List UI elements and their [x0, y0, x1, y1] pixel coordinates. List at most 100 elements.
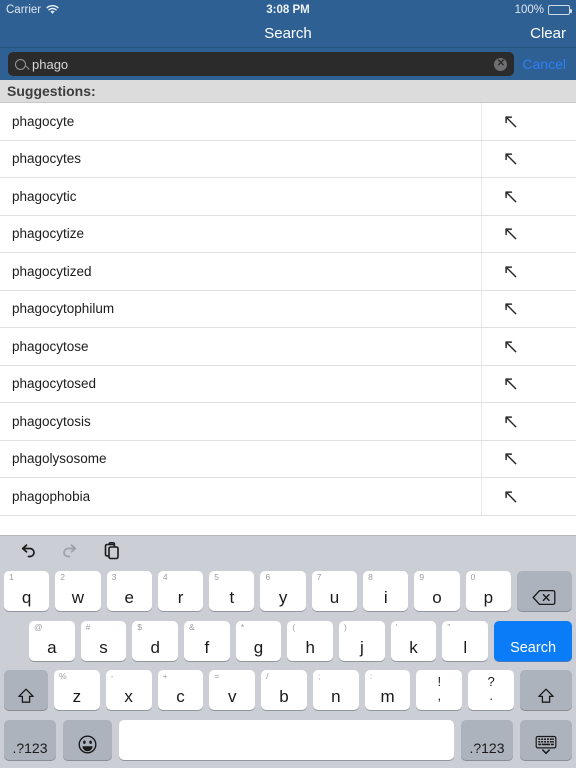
key-x[interactable]: -x: [105, 670, 152, 711]
key-main-label: f: [204, 637, 210, 657]
suggestion-fill-button[interactable]: [481, 253, 538, 290]
suggestion-fill-button[interactable]: [481, 215, 538, 252]
key-w[interactable]: 2w: [55, 570, 101, 611]
status-bar-right: 100%: [515, 4, 572, 16]
hide-keyboard-key[interactable]: [520, 720, 572, 761]
key-main-label: y: [278, 587, 288, 607]
key-t[interactable]: 5t: [209, 570, 255, 611]
keyboard: 1q2w3e4r5t6y7u8i9o0p @ a # s $ d & f * g(h) j ' k " l S…: [0, 535, 576, 768]
key-a[interactable]: @ a: [29, 620, 75, 661]
key-alt-label: 5: [214, 571, 219, 582]
suggestion-row[interactable]: phagocytose: [0, 328, 576, 366]
suggestion-row[interactable]: phagocytize: [0, 215, 576, 253]
suggestion-fill-button[interactable]: [481, 103, 538, 140]
key-v[interactable]: = v: [209, 670, 256, 711]
search-input[interactable]: phago ✕: [8, 52, 515, 76]
key-o[interactable]: 9o: [414, 570, 460, 611]
suggestion-fill-button[interactable]: [481, 290, 538, 327]
arrow-up-left-icon: [503, 114, 518, 129]
key-alt-label: (: [292, 621, 296, 632]
key-s[interactable]: # s: [80, 620, 127, 661]
key-alt-label: 9: [419, 571, 425, 582]
key-punctuation-1[interactable]: ?.: [468, 670, 515, 711]
key-k[interactable]: ' k: [390, 620, 437, 661]
clear-button[interactable]: Clear: [530, 25, 566, 42]
key-main-label: j: [359, 637, 364, 657]
key-p[interactable]: 0p: [465, 570, 511, 611]
delete-key[interactable]: [516, 570, 572, 611]
key-main-label: n: [331, 687, 341, 707]
paste-icon[interactable]: [102, 541, 122, 561]
cancel-button[interactable]: Cancel: [522, 56, 568, 72]
numeric-key-right[interactable]: .?123: [461, 720, 513, 761]
key-f[interactable]: & f: [184, 620, 230, 661]
search-key[interactable]: Search: [494, 620, 573, 661]
space-key[interactable]: [119, 720, 454, 761]
suggestion-row[interactable]: phagocytes: [0, 140, 576, 178]
key-main-label: q: [21, 587, 32, 607]
key-main-label: c: [176, 687, 185, 707]
key-u[interactable]: 7u: [311, 570, 358, 611]
suggestion-fill-button[interactable]: [481, 140, 538, 177]
suggestion-row[interactable]: phagocytophilum: [0, 290, 576, 328]
suggestion-fill-button[interactable]: [481, 403, 538, 440]
suggestion-fill-button[interactable]: [481, 440, 538, 477]
key-b[interactable]: / b: [261, 670, 307, 711]
shift-key-right[interactable]: [520, 670, 573, 711]
suggestion-row[interactable]: phagocyte: [0, 103, 576, 141]
key-alt-label: 2: [60, 571, 66, 582]
key-m[interactable]: :m: [364, 670, 411, 711]
key-j[interactable]: ) j: [339, 620, 385, 661]
suggestion-row[interactable]: phagocytosed: [0, 365, 576, 403]
suggestion-fill-button[interactable]: [481, 328, 538, 365]
key-alt-label: =: [214, 671, 220, 682]
clear-circle-icon[interactable]: ✕: [494, 57, 508, 71]
key-r[interactable]: 4r: [157, 570, 204, 611]
key-h[interactable]: (h: [287, 620, 334, 661]
emoji-key[interactable]: [63, 720, 112, 761]
keyboard-toolbar: [0, 536, 576, 566]
status-bar-time: 3:08 PM: [266, 4, 310, 16]
suggestion-row[interactable]: phagocytized: [0, 253, 576, 291]
suggestion-row[interactable]: phagocytic: [0, 178, 576, 216]
redo-icon[interactable]: [60, 541, 80, 561]
suggestion-row[interactable]: phagolysosome: [0, 440, 576, 478]
key-d[interactable]: $ d: [132, 620, 179, 661]
arrow-up-left-icon: [503, 301, 518, 316]
arrow-up-left-icon: [503, 376, 518, 391]
key-main-label: b: [279, 687, 289, 707]
key-alt-label: /: [266, 671, 269, 682]
numeric-key-left[interactable]: .?123: [4, 720, 56, 761]
key-g[interactable]: * g: [235, 620, 282, 661]
suggestions-list[interactable]: phagocyte phagocytes phagocytic phagocytize…: [0, 103, 576, 535]
key-alt-label: 3: [111, 571, 117, 582]
wifi-icon: [46, 5, 59, 15]
search-icon: [15, 58, 26, 70]
key-l[interactable]: " l: [442, 620, 489, 661]
key-z[interactable]: % z: [54, 670, 100, 711]
key-punctuation-0[interactable]: !,: [416, 670, 463, 711]
suggestion-fill-button[interactable]: [481, 178, 538, 215]
key-main-label: l: [463, 637, 468, 657]
key-alt-label: &: [189, 621, 195, 632]
key-alt-label: %: [59, 671, 67, 682]
suggestion-label: phagocytose: [12, 338, 89, 354]
key-i[interactable]: 8i: [363, 570, 409, 611]
key-bottom-label: ,: [437, 688, 442, 704]
key-alt-label: #: [85, 621, 91, 632]
key-top-label: ?: [487, 674, 495, 690]
suggestion-row[interactable]: phagocytosis: [0, 403, 576, 441]
undo-icon[interactable]: [18, 541, 38, 561]
shift-key-left[interactable]: [4, 670, 48, 711]
arrow-up-left-icon: [503, 451, 518, 466]
battery-icon: [548, 5, 572, 15]
suggestion-fill-button[interactable]: [481, 365, 538, 402]
suggestion-fill-button[interactable]: [481, 478, 538, 515]
key-y[interactable]: 6y: [260, 570, 306, 611]
key-c[interactable]: + c: [157, 670, 204, 711]
key-n[interactable]: ; n: [312, 670, 359, 711]
key-q[interactable]: 1q: [4, 570, 50, 611]
key-e[interactable]: 3e: [106, 570, 152, 611]
key-main-label: e: [124, 587, 134, 607]
suggestion-row[interactable]: phagophobia: [0, 478, 576, 516]
